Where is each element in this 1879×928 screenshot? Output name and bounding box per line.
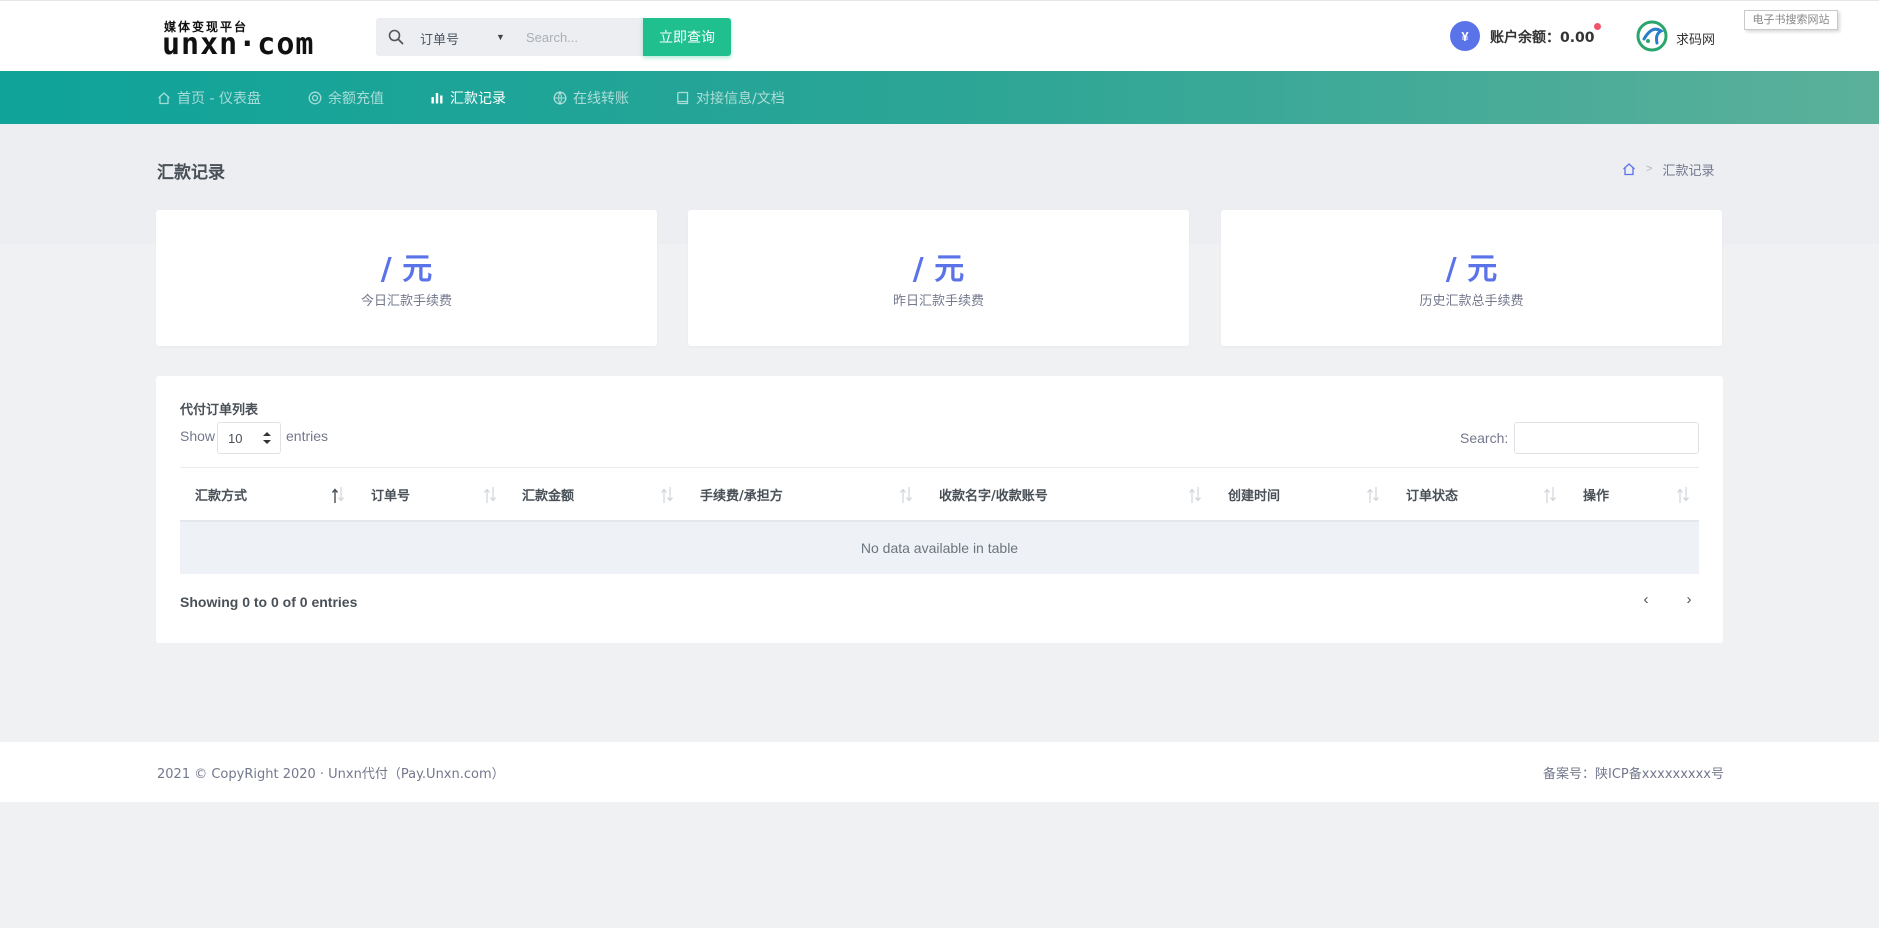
copyright-text: 2021 © CopyRight 2020 · Unxn代付（Pay.Unxn.…	[157, 767, 505, 782]
page-length-select[interactable]: 10	[217, 422, 281, 454]
column-header[interactable]: 汇款方式	[195, 468, 247, 520]
sort-icon[interactable]	[660, 486, 674, 504]
stat-label: 昨日汇款手续费	[892, 294, 984, 309]
sort-icon[interactable]	[1543, 486, 1557, 504]
sort-icon[interactable]	[1366, 486, 1380, 504]
breadcrumb: > 汇款记录	[1622, 160, 1715, 179]
column-header[interactable]: 操作	[1583, 468, 1609, 520]
column-header[interactable]: 手续费/承担方	[700, 468, 783, 520]
stat-value: / 元	[912, 252, 965, 287]
globe-icon	[553, 91, 567, 105]
column-header[interactable]: 收款名字/收款账号	[939, 468, 1048, 520]
search-type-value: 订单号	[420, 32, 460, 47]
sort-icon[interactable]	[1188, 486, 1202, 504]
nav-label: 余额充值	[328, 90, 384, 107]
pagination-next-button[interactable]: ›	[1674, 590, 1704, 612]
caret-down-icon: ▼	[496, 32, 505, 42]
home-icon	[158, 91, 170, 104]
stat-label: 历史汇款总手续费	[1419, 294, 1524, 309]
bar-chart-icon	[431, 92, 443, 103]
coin-icon	[308, 91, 322, 104]
top-header: 媒体变现平台 unxn·com 订单号 ▼ 立即查询 ¥ 账户余额：0.00 求…	[0, 0, 1879, 71]
nav-label: 在线转账	[573, 90, 629, 107]
balance-text: 账户余额：0.00	[1490, 27, 1595, 47]
show-label: Show	[180, 428, 216, 444]
home-icon[interactable]	[1622, 162, 1636, 176]
stat-value: / 元	[1445, 252, 1498, 287]
entries-label: entries	[286, 428, 329, 444]
logo-text: unxn·com	[162, 27, 315, 62]
stat-value: / 元	[380, 252, 433, 287]
nav-item-recharge[interactable]: 余额充值	[308, 71, 384, 124]
nav-item-online-transfer[interactable]: 在线转账	[553, 71, 629, 124]
breadcrumb-current: 汇款记录	[1662, 163, 1715, 179]
nav-item-remittance-records[interactable]: 汇款记录	[430, 71, 506, 124]
footer: 2021 © CopyRight 2020 · Unxn代付（Pay.Unxn.…	[0, 742, 1879, 802]
stat-card-today-fee: / 元 今日汇款手续费	[156, 210, 657, 346]
book-icon	[677, 91, 689, 104]
site-logo[interactable]: 媒体变现平台 unxn·com	[162, 18, 354, 62]
table-search-input[interactable]	[1514, 422, 1699, 454]
empty-table-row: No data available in table	[180, 522, 1699, 574]
nav-label: 汇款记录	[450, 90, 506, 107]
stat-card-total-fee: / 元 历史汇款总手续费	[1221, 210, 1722, 346]
table-search-label: Search:	[1460, 430, 1509, 446]
column-header[interactable]: 订单状态	[1406, 468, 1458, 520]
query-button[interactable]: 立即查询	[643, 18, 731, 56]
search-type-select[interactable]: 订单号 ▼	[420, 29, 510, 47]
sort-asc-icon[interactable]	[331, 486, 345, 504]
stat-label: 今日汇款手续费	[360, 294, 452, 309]
nav-label: 对接信息/文档	[696, 90, 785, 107]
column-header[interactable]: 订单号	[371, 468, 410, 520]
stat-card-yesterday-fee: / 元 昨日汇款手续费	[688, 210, 1189, 346]
balance-value: 0.00	[1560, 30, 1595, 46]
nav-item-dashboard[interactable]: 首页 - 仪表盘	[157, 71, 261, 124]
select-arrows-icon	[263, 432, 271, 444]
sort-icon[interactable]	[1676, 486, 1690, 504]
search-input[interactable]	[526, 24, 636, 50]
main-nav: 首页 - 仪表盘 余额充值 汇款记录 在线转账 对接信息/文档	[0, 71, 1879, 124]
search-box: 订单号 ▼	[376, 18, 643, 56]
order-list-card: 代付订单列表 Show 10 entries Search: 汇款方式 订单号 …	[156, 376, 1723, 643]
chevron-right-icon: >	[1646, 163, 1653, 175]
column-header[interactable]: 汇款金额	[522, 468, 574, 520]
table-info: Showing 0 to 0 of 0 entries	[180, 594, 358, 610]
balance-label: 账户余额：	[1490, 30, 1560, 46]
sort-icon[interactable]	[899, 486, 913, 504]
yen-icon: ¥	[1450, 21, 1480, 51]
sort-icon[interactable]	[483, 486, 497, 504]
search-icon	[388, 29, 404, 45]
table-title: 代付订单列表	[180, 403, 259, 418]
notification-dot	[1594, 23, 1601, 30]
qiuma-logo-icon	[1636, 20, 1668, 52]
nav-label: 首页 - 仪表盘	[177, 90, 261, 107]
icp-record-text: 备案号：陕ICP备xxxxxxxxx号	[1543, 767, 1724, 782]
page-title: 汇款记录	[157, 163, 225, 183]
nav-item-integration-docs[interactable]: 对接信息/文档	[676, 71, 785, 124]
pagination-previous-button[interactable]: ‹	[1631, 590, 1661, 612]
page-length-value: 10	[228, 431, 243, 446]
qiuma-label: 求码网	[1676, 33, 1716, 48]
column-header[interactable]: 创建时间	[1228, 468, 1280, 520]
ebook-search-tag[interactable]: 电子书搜索网站	[1744, 10, 1838, 30]
